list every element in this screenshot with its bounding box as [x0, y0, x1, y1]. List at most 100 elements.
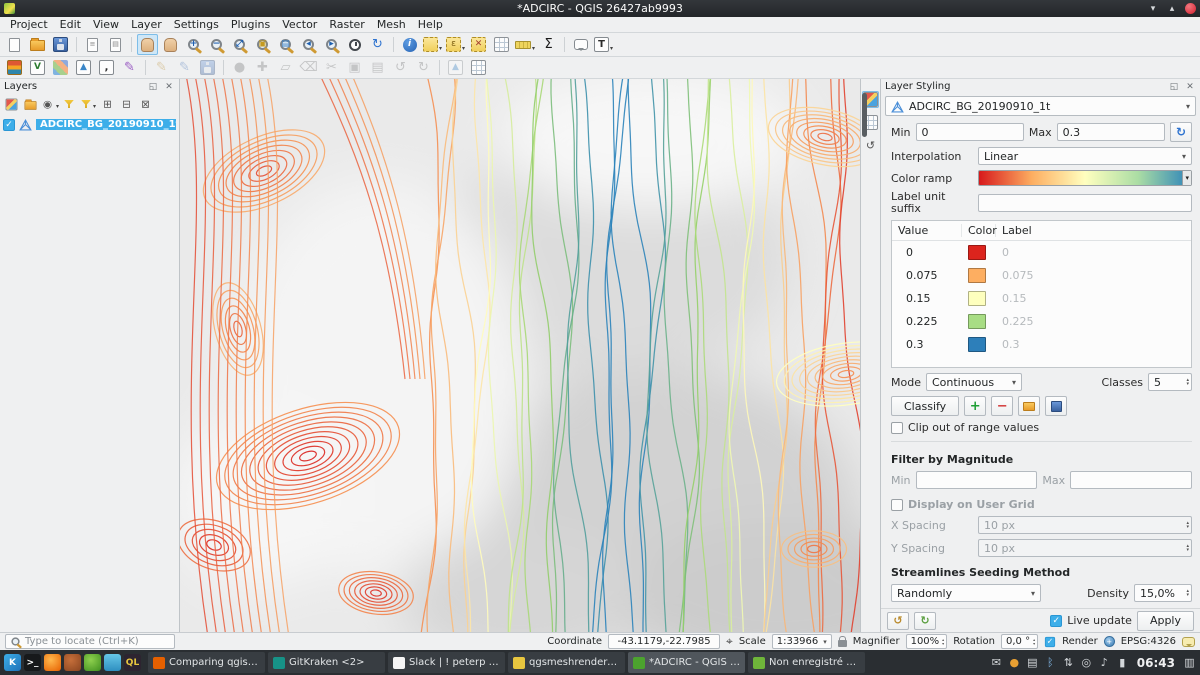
reload-minmax-button[interactable] — [1170, 122, 1192, 142]
zoom-last-button[interactable]: ◂ — [298, 34, 319, 55]
zoom-full-button[interactable]: ⤢ — [229, 34, 250, 55]
add-group-button[interactable] — [21, 95, 39, 113]
magnifier-stepper[interactable]: 100% — [906, 634, 948, 649]
minimize-button[interactable] — [1147, 3, 1159, 15]
style-redo-button[interactable] — [914, 612, 936, 630]
launcher-dolphin-icon[interactable] — [104, 654, 121, 671]
undock-styling-panel-icon[interactable] — [1168, 82, 1180, 92]
task-firefox[interactable]: Comparing qgis:mast... — [148, 652, 265, 673]
collapse-all-button[interactable]: ⊟ — [117, 95, 135, 113]
im-status-icon[interactable]: ✉ — [990, 656, 1003, 669]
min-input[interactable]: 0 — [916, 123, 1024, 141]
coordinate-input[interactable]: -43.1179,-22.7985 — [608, 634, 720, 649]
remove-class-button[interactable] — [991, 396, 1013, 416]
label-unit-suffix-input[interactable] — [978, 194, 1192, 212]
layout-manager-button[interactable]: ▤ — [105, 34, 126, 55]
manage-map-themes-button[interactable]: ◉▾ — [40, 95, 59, 113]
temporal-controller-button[interactable] — [344, 34, 365, 55]
ramp-class-row[interactable]: 0.2250.225 — [892, 310, 1191, 333]
layer-visibility-checkbox[interactable] — [3, 119, 15, 131]
select-features-button[interactable]: ▾ — [422, 34, 443, 55]
add-raster-layer-button[interactable] — [50, 57, 71, 78]
pan-to-selection-button[interactable] — [160, 34, 181, 55]
filter-min-input[interactable] — [916, 471, 1038, 489]
color-ramp-select[interactable]: ▾ — [978, 170, 1192, 186]
menu-view[interactable]: View — [87, 18, 125, 31]
filter-max-input[interactable] — [1070, 471, 1192, 489]
map-canvas[interactable] — [180, 79, 860, 632]
class-color-swatch[interactable] — [968, 291, 986, 306]
ramp-class-row[interactable]: 0.0750.075 — [892, 264, 1191, 287]
menu-edit[interactable]: Edit — [54, 18, 87, 31]
deselect-features-button[interactable]: ✕ — [468, 34, 489, 55]
menu-layer[interactable]: Layer — [125, 18, 168, 31]
close-button[interactable] — [1185, 3, 1196, 14]
style-undo-button[interactable] — [887, 612, 909, 630]
toggle-editing-button[interactable]: ✎ — [174, 57, 195, 78]
task-gitkraken[interactable]: GitKraken <2> — [268, 652, 385, 673]
filter-legend-button[interactable] — [60, 95, 78, 113]
class-color-swatch[interactable] — [968, 245, 986, 260]
add-mesh-layer-button[interactable]: ▲ — [73, 57, 94, 78]
close-panel-icon[interactable] — [163, 82, 175, 92]
undo-button[interactable]: ↺ — [390, 57, 411, 78]
menu-raster[interactable]: Raster — [323, 18, 370, 31]
locator-input[interactable]: Type to locate (Ctrl+K) — [5, 634, 175, 649]
panel-settings-icon[interactable]: ▥ — [1183, 656, 1196, 669]
history-tab[interactable]: ↺ — [862, 137, 879, 154]
task-qgis[interactable]: *ADCIRC - QGIS 26427... — [628, 652, 745, 673]
save-project-button[interactable] — [50, 34, 71, 55]
live-update-checkbox[interactable] — [1050, 615, 1062, 627]
clip-out-of-range-checkbox[interactable] — [891, 422, 903, 434]
y-spacing-stepper[interactable]: 10 px — [978, 539, 1192, 557]
launcher-qgis-icon[interactable] — [84, 654, 101, 671]
redo-button[interactable]: ↻ — [413, 57, 434, 78]
mesh-calculator-button[interactable] — [468, 57, 489, 78]
terminal-icon[interactable]: >_ — [24, 654, 41, 671]
new-shapefile-layer-button[interactable]: ✎ — [119, 57, 140, 78]
class-color-swatch[interactable] — [968, 337, 986, 352]
mesh-digitizing-button[interactable]: ▲ — [445, 57, 466, 78]
mode-select[interactable]: Continuous — [926, 373, 1022, 391]
launcher-krita-icon[interactable] — [64, 654, 81, 671]
close-styling-panel-icon[interactable] — [1184, 82, 1196, 92]
add-vector-layer-button[interactable]: V — [27, 57, 48, 78]
task-editor[interactable]: qgsmeshrenderersetti... — [508, 652, 625, 673]
menu-mesh[interactable]: Mesh — [371, 18, 412, 31]
open-project-button[interactable] — [27, 34, 48, 55]
open-attribute-table-button[interactable] — [491, 34, 512, 55]
move-feature-button[interactable]: ✚ — [252, 57, 273, 78]
task-slack[interactable]: Slack | ! peterp | Lutr... — [388, 652, 505, 673]
volume-icon[interactable]: ♪ — [1098, 656, 1111, 669]
messages-icon[interactable] — [1182, 637, 1195, 647]
layer-item[interactable]: ADCIRC_BG_20190910_1t — [0, 116, 179, 133]
menu-plugins[interactable]: Plugins — [225, 18, 276, 31]
crs-status[interactable]: EPSG:4326 — [1121, 636, 1176, 647]
refresh-map-button[interactable]: ↻ — [367, 34, 388, 55]
microphone-icon[interactable]: ◎ — [1080, 656, 1093, 669]
menu-settings[interactable]: Settings — [168, 18, 225, 31]
display-on-user-grid-checkbox[interactable] — [891, 499, 903, 511]
add-delimited-text-button[interactable]: , — [96, 57, 117, 78]
current-edits-button[interactable]: ✎ — [151, 57, 172, 78]
launcher-quicklaunch-icon[interactable]: QL — [124, 654, 141, 671]
statistical-summary-button[interactable]: Σ — [538, 34, 559, 55]
clipboard-icon[interactable]: ▤ — [1026, 656, 1039, 669]
network-icon[interactable]: ⇅ — [1062, 656, 1075, 669]
map-tips-button[interactable] — [570, 34, 591, 55]
remove-layer-button[interactable]: ⊠ — [136, 95, 154, 113]
classify-button[interactable]: Classify — [891, 396, 959, 416]
apply-button[interactable]: Apply — [1137, 611, 1194, 631]
classes-stepper[interactable]: 5 — [1148, 373, 1192, 391]
measure-button[interactable]: ▾ — [514, 34, 536, 55]
text-annotation-button[interactable]: T▾ — [593, 34, 614, 55]
add-class-button[interactable] — [964, 396, 986, 416]
density-stepper[interactable]: 15,0% — [1134, 584, 1192, 602]
cut-features-button[interactable]: ✂ — [321, 57, 342, 78]
zoom-out-button[interactable]: − — [206, 34, 227, 55]
new-project-button[interactable] — [4, 34, 25, 55]
load-ramp-button[interactable] — [1018, 396, 1040, 416]
ramp-class-row[interactable]: 00 — [892, 241, 1191, 264]
ramp-class-row[interactable]: 0.30.3 — [892, 333, 1191, 356]
save-layer-edits-button[interactable] — [197, 57, 218, 78]
